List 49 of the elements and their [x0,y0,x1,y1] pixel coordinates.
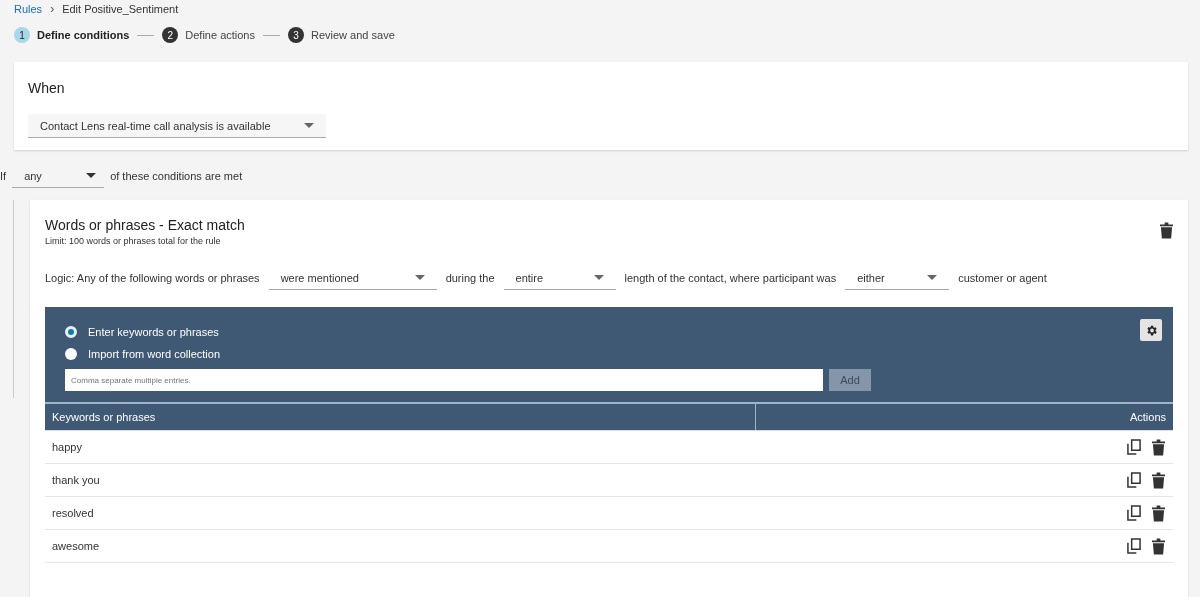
logic-text: customer or agent [958,272,1047,284]
delete-icon[interactable] [1152,504,1165,522]
step-label[interactable]: Define actions [185,29,255,41]
breadcrumb-current: Edit Positive_Sentiment [62,3,179,15]
logic-text: during the [445,272,495,284]
if-suffix: of these conditions are met [110,170,243,182]
caret-icon [414,275,425,280]
copy-icon[interactable] [1127,505,1141,521]
logic-text: length of the contact, where participant was [624,272,837,284]
logic-text: Logic: Any of the following words or phrases [45,272,260,284]
radio-option[interactable]: Import from word collection [65,348,221,360]
match-dropdown[interactable]: any [12,164,105,188]
copy-icon[interactable] [1127,472,1141,488]
step-label[interactable]: Review and save [311,29,395,41]
column-header: Actions [1128,410,1167,425]
logic-dropdown[interactable]: entire [503,266,616,290]
table-cell: thank you [52,474,100,486]
trigger-dropdown[interactable]: Contact Lens real-time call analysis is available [28,114,326,138]
logic-dropdown[interactable]: either [845,266,950,290]
radio-button[interactable] [65,348,77,360]
table-cell: awesome [52,540,100,552]
breadcrumb-separator: › [50,2,55,16]
copy-icon[interactable] [1127,538,1141,554]
radio-option[interactable]: Enter keywords or phrases [65,326,221,338]
caret-icon [304,123,314,128]
delete-icon[interactable] [1152,537,1165,555]
breadcrumb-link[interactable]: Rules [14,3,43,15]
step-number: 1 [14,27,30,43]
delete-icon[interactable] [1152,471,1165,489]
step-number: 2 [162,27,179,43]
caret-icon [86,173,97,178]
section-title: When [28,79,66,98]
keyword-input[interactable]: Comma separate multiple entries. [65,369,823,391]
delete-icon[interactable] [1160,222,1173,239]
condition-title: Words or phrases - Exact match [45,217,245,233]
if-label: If [0,170,7,182]
table-cell: happy [52,441,82,453]
limit-text: Limit: 100 words or phrases total for the rule [45,236,222,246]
caret-icon [593,275,604,280]
settings-button[interactable] [1140,319,1162,341]
radio-button[interactable] [65,326,77,338]
logic-dropdown[interactable]: were mentioned [268,266,437,290]
table-cell: resolved [52,507,94,519]
caret-icon [927,275,938,280]
step-number: 3 [288,27,304,43]
copy-icon[interactable] [1127,439,1141,455]
column-header: Keywords or phrases [45,404,756,430]
delete-icon[interactable] [1152,438,1165,456]
step-label[interactable]: Define conditions [37,29,130,41]
